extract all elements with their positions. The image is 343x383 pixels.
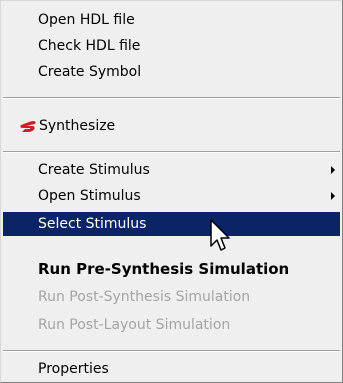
menu-item-label: Create Stimulus (38, 162, 150, 178)
context-menu: Open HDL file Check HDL file Create Symb… (0, 0, 343, 383)
menu-separator (3, 151, 340, 153)
submenu-arrow-icon (331, 166, 335, 174)
arrow-pointer-icon (210, 219, 230, 251)
menu-item-run-post-synthesis-simulation: Run Post-Synthesis Simulation (3, 285, 340, 309)
menu-item-open-stimulus[interactable]: Open Stimulus (3, 184, 340, 208)
menu-item-check-hdl-file[interactable]: Check HDL file (3, 34, 340, 58)
menu-item-run-pre-synthesis-simulation[interactable]: Run Pre-Synthesis Simulation (3, 257, 340, 281)
menu-item-label: Check HDL file (38, 38, 141, 54)
menu-item-label: Create Symbol (38, 64, 142, 80)
menu-item-synthesize[interactable]: Synthesize (3, 114, 340, 138)
menu-separator (3, 350, 340, 352)
menu-item-label: Open HDL file (38, 12, 135, 28)
menu-separator (3, 97, 340, 99)
menu-item-open-hdl-file[interactable]: Open HDL file (3, 8, 340, 32)
menu-item-label: Run Post-Synthesis Simulation (38, 289, 251, 305)
menu-item-properties[interactable]: Properties (3, 357, 340, 381)
synplify-s-icon (20, 120, 36, 132)
menu-item-label: Open Stimulus (38, 188, 141, 204)
menu-item-create-symbol[interactable]: Create Symbol (3, 60, 340, 84)
menu-item-label: Run Post-Layout Simulation (38, 317, 231, 333)
menu-item-run-post-layout-simulation: Run Post-Layout Simulation (3, 313, 340, 337)
submenu-arrow-icon (331, 192, 335, 200)
menu-item-create-stimulus[interactable]: Create Stimulus (3, 158, 340, 182)
menu-item-label: Properties (38, 361, 109, 377)
menu-item-select-stimulus[interactable]: Select Stimulus (3, 212, 340, 236)
menu-item-label: Run Pre-Synthesis Simulation (38, 260, 290, 278)
menu-item-label: Select Stimulus (38, 216, 147, 232)
menu-item-label: Synthesize (39, 118, 116, 134)
